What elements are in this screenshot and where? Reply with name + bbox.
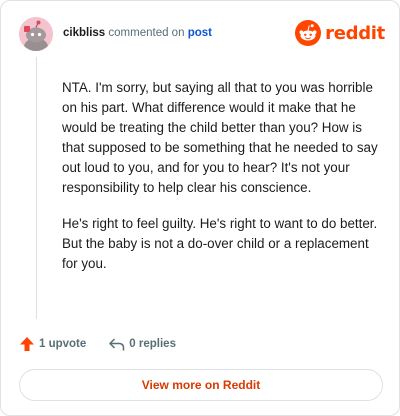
comment-actions: 1 upvote 0 replies [19,333,198,355]
thread-line [36,57,37,319]
view-more-button[interactable]: View more on Reddit [19,369,383,401]
comment-paragraph: He's right to feel guilty. He's right to… [62,216,378,271]
comment-body: NTA. I'm sorry, but saying all that to y… [62,78,386,290]
reddit-logo[interactable]: reddit [295,19,385,47]
username-link[interactable]: cikbliss [63,27,105,39]
comment-paragraph: NTA. I'm sorry, but saying all that to y… [62,80,378,195]
reddit-logo-icon [295,20,322,46]
comment-embed-card: cikbliss commented on post reddit NTA. I… [0,0,400,416]
replies-button[interactable]: 0 replies [108,337,176,352]
user-avatar-icon[interactable] [19,17,53,51]
upvote-button[interactable]: 1 upvote [19,336,86,352]
byline: cikbliss commented on post [63,27,212,39]
reply-count: 0 replies [129,338,176,350]
upvote-arrow-icon [20,337,34,351]
reply-arrow-icon [109,337,125,350]
byline-action-text: commented on [108,27,185,39]
post-link[interactable]: post [188,27,212,39]
comment-header: cikbliss commented on post reddit [19,15,385,55]
upvote-count: 1 upvote [39,338,87,350]
reddit-logo-text: reddit [325,22,385,44]
